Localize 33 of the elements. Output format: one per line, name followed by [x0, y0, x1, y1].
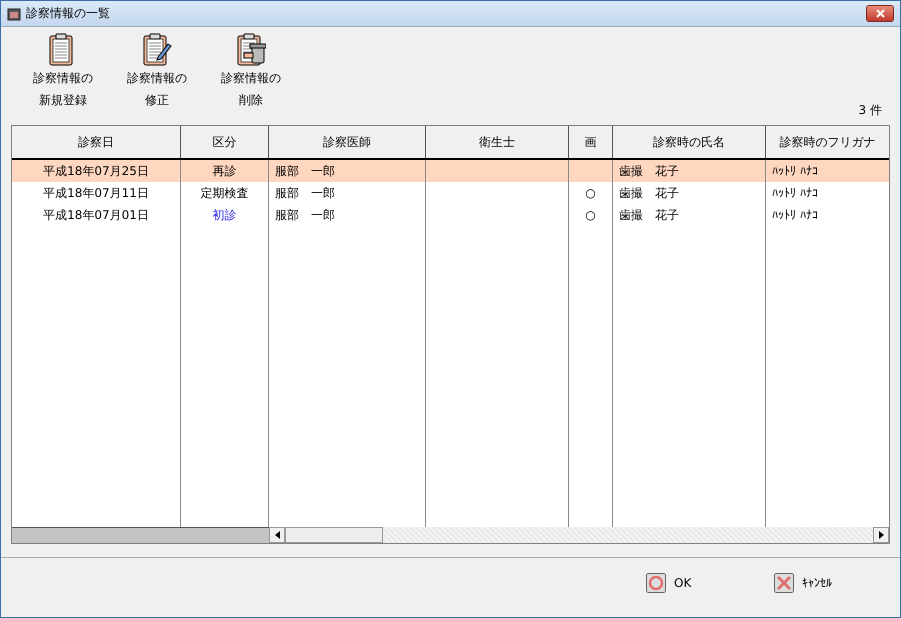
column-header[interactable]: 衛生士: [426, 126, 569, 158]
table-cell: 再診: [181, 160, 269, 182]
table-cell: 平成18年07月25日: [12, 160, 181, 182]
horizontal-scrollbar[interactable]: [269, 527, 889, 543]
ok-button[interactable]: OK: [646, 572, 724, 592]
toolbar-button[interactable]: 診察情報の 新規登録: [19, 33, 107, 111]
record-count: 3 件: [858, 102, 882, 119]
clipboard-trash-icon: [236, 33, 266, 67]
circle-icon: [646, 572, 666, 592]
column-header[interactable]: 診察日: [12, 126, 181, 158]
close-icon: [876, 9, 884, 18]
table-cell: [569, 160, 613, 182]
right-arrow-icon: [878, 531, 884, 539]
column-header[interactable]: 診察時の氏名: [613, 126, 766, 158]
close-button[interactable]: [866, 5, 894, 22]
column-header[interactable]: 診察時のフリガナ: [766, 126, 889, 158]
clipboard-pencil-icon: [142, 33, 172, 67]
column-header[interactable]: 画: [569, 126, 613, 158]
table-cell: 服部 一郎: [269, 160, 426, 182]
left-arrow-icon: [274, 531, 280, 539]
table-cell: 歯撮 花子: [613, 160, 766, 182]
window-title: 診察情報の一覧: [26, 5, 111, 22]
scroll-left-button[interactable]: [269, 527, 285, 543]
cross-icon: [774, 572, 794, 592]
toolbar-button[interactable]: 診察情報の 修正: [113, 33, 201, 111]
cancel-button[interactable]: ｷｬﾝｾﾙ: [774, 572, 852, 592]
scroll-thumb[interactable]: [285, 527, 383, 543]
table-cell: ﾊｯﾄﾘ ﾊﾅｺ: [766, 160, 889, 182]
column-header[interactable]: 診察医師: [269, 126, 426, 158]
scroll-right-button[interactable]: [873, 527, 889, 543]
toolbar-button[interactable]: 診察情報の 削除: [207, 33, 295, 111]
app-icon: [7, 6, 21, 20]
column-header[interactable]: 区分: [181, 126, 269, 158]
